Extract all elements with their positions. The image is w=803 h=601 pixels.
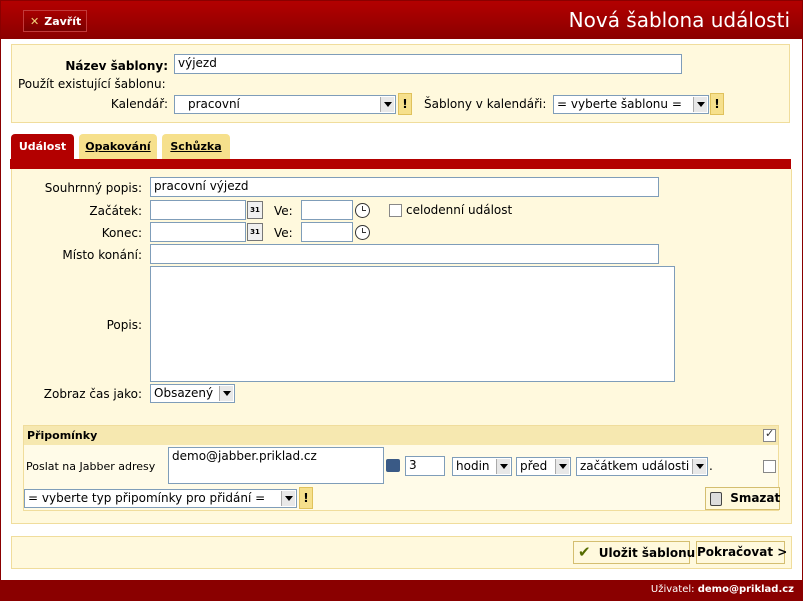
end-at-label: Ve: bbox=[274, 226, 293, 240]
close-button[interactable]: ✕ Zavřít bbox=[23, 10, 87, 32]
calendar-templates-select-value: = vyberte šablonu = bbox=[557, 97, 682, 111]
reminder-row-label: Poslat na Jabber adresy bbox=[26, 460, 156, 473]
show-time-select-value: Obsazený bbox=[154, 386, 214, 400]
allday-label: celodenní událost bbox=[406, 203, 513, 217]
tab-recurrence[interactable]: Opakování bbox=[79, 134, 157, 159]
calendar-templates-select[interactable]: = vyberte šablonu = bbox=[553, 95, 709, 114]
save-template-button[interactable]: ✔ Uložit šablonu bbox=[573, 541, 695, 564]
clock-icon[interactable] bbox=[355, 203, 370, 218]
description-label: Popis: bbox=[106, 318, 142, 332]
reminders-header: Připomínky bbox=[24, 426, 778, 445]
footer-user: Uživatel: demo@priklad.cz bbox=[651, 584, 794, 595]
reminders-title: Připomínky bbox=[27, 429, 98, 442]
calendar-select-value: pracovní bbox=[188, 97, 240, 111]
chevron-down-icon bbox=[380, 97, 394, 112]
chevron-down-icon bbox=[692, 459, 706, 474]
reminder-unit-value: hodin bbox=[456, 459, 490, 473]
close-icon: ✕ bbox=[30, 14, 40, 28]
end-time-input[interactable] bbox=[301, 222, 353, 242]
jabber-address-textarea[interactable]: demo@jabber.priklad.cz bbox=[168, 447, 384, 484]
delete-button[interactable]: Smazat bbox=[705, 487, 780, 510]
footer-user-value: demo@priklad.cz bbox=[697, 584, 794, 595]
chevron-down-icon bbox=[496, 459, 510, 474]
end-date-input[interactable] bbox=[150, 222, 246, 242]
reminder-anchor-value: začátkem události bbox=[580, 459, 690, 473]
start-time-input[interactable] bbox=[301, 200, 353, 220]
reminders-toggle-checkbox[interactable] bbox=[763, 427, 776, 442]
template-name-input[interactable]: výjezd bbox=[174, 54, 682, 74]
reminder-amount-input[interactable]: 3 bbox=[405, 456, 445, 476]
reminder-row-dot: . bbox=[709, 459, 713, 473]
summary-label: Souhrnný popis: bbox=[44, 181, 142, 195]
start-at-label: Ve: bbox=[274, 204, 293, 218]
chevron-down-icon bbox=[693, 97, 707, 112]
calendar-templates-label: Šablony v kalendáři: bbox=[424, 97, 547, 111]
start-date-input[interactable] bbox=[150, 200, 246, 220]
trash-icon bbox=[710, 491, 722, 506]
location-label: Místo konání: bbox=[62, 248, 142, 262]
reminder-row: Poslat na Jabber adresy demo@jabber.prik… bbox=[24, 447, 778, 485]
calendar-icon[interactable]: 31 bbox=[247, 201, 263, 219]
reminder-type-select[interactable]: = vyberte typ připomínky pro přidání = bbox=[24, 489, 297, 508]
calendar-icon[interactable]: 31 bbox=[247, 223, 263, 241]
show-time-label: Zobraz čas jako: bbox=[43, 387, 142, 401]
page-title: Nová šablona události bbox=[568, 8, 790, 32]
summary-input[interactable]: pracovní výjezd bbox=[150, 177, 659, 197]
reminder-relation-value: před bbox=[520, 459, 548, 473]
event-panel: Souhrnný popis: pracovní výjezd Začátek:… bbox=[11, 169, 792, 524]
chevron-down-icon bbox=[219, 386, 233, 401]
reminder-delete-checkbox[interactable] bbox=[763, 460, 776, 473]
checkmark-icon: ✔ bbox=[578, 543, 591, 561]
delete-button-label: Smazat bbox=[730, 491, 781, 505]
template-panel: Název šablony: výjezd Použít existující … bbox=[11, 44, 790, 123]
tab-meeting[interactable]: Schůzka bbox=[162, 134, 230, 159]
reminder-type-info-button[interactable]: ! bbox=[299, 487, 313, 509]
template-name-label: Název šablony: bbox=[65, 59, 168, 73]
close-button-label: Zavřít bbox=[44, 14, 82, 28]
show-time-select[interactable]: Obsazený bbox=[150, 384, 235, 403]
tab-event[interactable]: Událost bbox=[11, 134, 74, 159]
reminder-unit-select[interactable]: hodin bbox=[452, 457, 512, 476]
calendar-select[interactable]: pracovní bbox=[174, 95, 396, 114]
continue-button[interactable]: Pokračovat > bbox=[696, 541, 787, 564]
header-bar: ✕ Zavřít Nová šablona události bbox=[1, 1, 802, 39]
actions-panel: ✔ Uložit šablonu Pokračovat > bbox=[11, 536, 792, 569]
end-label: Konec: bbox=[101, 226, 142, 240]
calendar-info-button[interactable]: ! bbox=[398, 93, 412, 115]
footer-user-label: Uživatel: bbox=[650, 584, 695, 595]
description-textarea[interactable] bbox=[150, 266, 675, 382]
reminder-type-value: = vyberte typ připomínky pro přidání = bbox=[28, 491, 266, 505]
allday-checkbox[interactable] bbox=[389, 204, 402, 217]
reminder-anchor-select[interactable]: začátkem události bbox=[576, 457, 708, 476]
use-existing-label: Použít existující šablonu: bbox=[18, 77, 166, 91]
clock-icon[interactable] bbox=[355, 225, 370, 240]
calendar-label: Kalendář: bbox=[110, 97, 168, 111]
reminder-relation-select[interactable]: před bbox=[516, 457, 571, 476]
reminders-section: Připomínky Poslat na Jabber adresy demo@… bbox=[23, 425, 780, 511]
start-label: Začátek: bbox=[89, 204, 142, 218]
book-icon[interactable] bbox=[386, 459, 400, 472]
template-info-button[interactable]: ! bbox=[710, 93, 724, 115]
location-input[interactable] bbox=[150, 244, 659, 264]
chevron-down-icon bbox=[281, 491, 295, 506]
chevron-down-icon bbox=[555, 459, 569, 474]
tab-underline bbox=[10, 159, 791, 169]
save-template-label: Uložit šablonu bbox=[598, 546, 696, 560]
footer-bar: Uživatel: demo@priklad.cz bbox=[1, 580, 802, 600]
